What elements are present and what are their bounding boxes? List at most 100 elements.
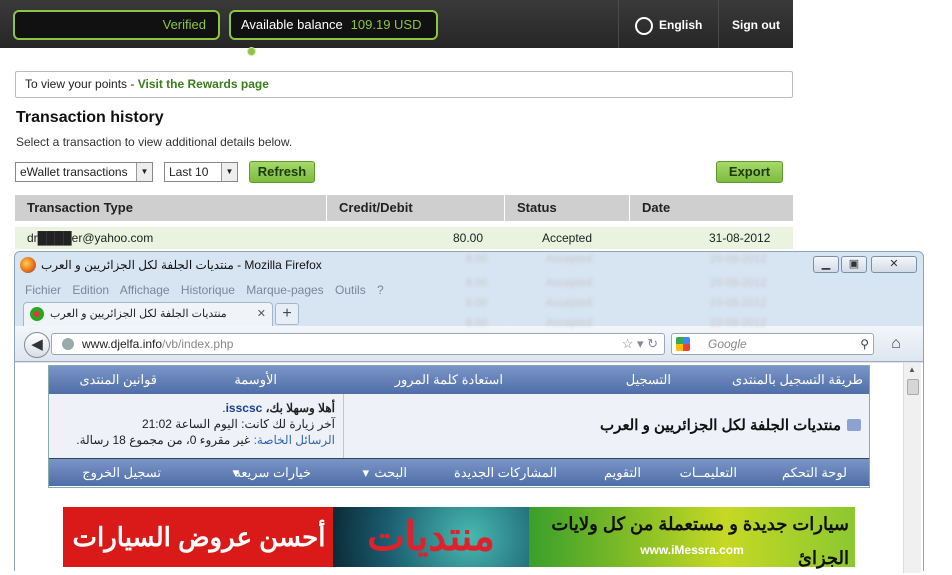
search-placeholder: Google bbox=[708, 337, 747, 351]
status-cell: Accepted bbox=[546, 317, 592, 329]
close-button[interactable]: ✕ bbox=[871, 256, 917, 273]
nav-link-register[interactable]: التسجيل bbox=[626, 366, 671, 394]
browser-tab[interactable]: منتديات الجلفة لكل الجزائريين و العرب ✕ bbox=[23, 302, 273, 326]
transaction-count-value: Last 10 bbox=[169, 165, 209, 179]
forum-icon bbox=[847, 419, 861, 431]
private-messages-link[interactable]: الرسائل الخاصة: bbox=[254, 433, 335, 447]
user-welcome-box: أهلا وسهلا بك، isscsc. آخر زيارة لك كانت… bbox=[49, 394, 343, 458]
transaction-type-cell: dr████er@yahoo.com bbox=[27, 231, 154, 245]
site-title-box: منتديات الجلفة لكل الجزائريين و العرب bbox=[343, 394, 869, 458]
status-cell: Accepted bbox=[542, 231, 593, 245]
maximize-button[interactable]: ▣ bbox=[841, 256, 867, 273]
forum-header: طريقة التسجيل بالمنتدى التسجيل استعادة ك… bbox=[48, 365, 870, 488]
new-tab-button[interactable]: + bbox=[275, 303, 299, 325]
date-cell: 29-08-2012 bbox=[710, 277, 767, 289]
amount-cell: 8.00 bbox=[466, 277, 488, 289]
bookmark-star-icon[interactable]: ☆ ▾ ↻ bbox=[622, 334, 658, 354]
page-subtitle: Select a transaction to view additional … bbox=[16, 135, 293, 149]
sign-out-link[interactable]: Sign out bbox=[718, 0, 793, 48]
car-ad-banner-right[interactable]: سيارات جديدة و مستعملة من كل ولايات الجز… bbox=[529, 507, 855, 568]
home-icon[interactable]: ⌂ bbox=[887, 335, 905, 353]
rewards-banner: To view your points - Visit the Rewards … bbox=[15, 71, 793, 98]
back-button[interactable]: ◀ bbox=[24, 332, 50, 358]
url-domain: www.djelfa.info bbox=[82, 337, 163, 351]
status-cell: Accepted bbox=[546, 277, 592, 289]
nav-link-instructions[interactable]: التعليمــات bbox=[680, 459, 737, 487]
vertical-scrollbar[interactable]: ▲ bbox=[903, 363, 921, 573]
date-cell: 31-08-2012 bbox=[709, 231, 771, 245]
table-row[interactable]: dr████er@yahoo.com 80.00 Accepted 31-08-… bbox=[15, 227, 793, 249]
account-topbar: Verified Available balance 109.19 USD Eng… bbox=[0, 0, 793, 57]
transaction-count-select[interactable]: Last 10 ▼ bbox=[164, 162, 238, 182]
minimize-button[interactable]: ▁ bbox=[813, 256, 839, 273]
balance-label: Available balance bbox=[241, 17, 343, 32]
nav-link-new-posts[interactable]: المشاركات الجديدة bbox=[454, 459, 557, 487]
nav-link-calendar[interactable]: التقويم bbox=[604, 459, 641, 487]
last-visit-text: آخر زيارة لك كانت: اليوم الساعة 21:02 bbox=[141, 417, 335, 431]
scroll-up-icon[interactable]: ▲ bbox=[908, 365, 916, 374]
url-bar[interactable]: www.djelfa.info/vb/index.php ☆ ▾ ↻ bbox=[51, 333, 665, 355]
globe-icon bbox=[635, 16, 653, 35]
nav-link-control-panel[interactable]: لوحة التحكم bbox=[782, 459, 847, 487]
scrollbar-thumb[interactable] bbox=[907, 379, 919, 395]
site-identity-icon[interactable] bbox=[62, 338, 74, 350]
amount-cell: 8.00 bbox=[466, 317, 488, 329]
menu-item-affichage[interactable]: Affichage bbox=[120, 283, 170, 297]
window-title: منتديات الجلفة لكل الجزائريين و العرب - … bbox=[41, 258, 322, 272]
transaction-type-select[interactable]: eWallet transactions ▼ bbox=[15, 162, 153, 182]
amount-cell: 80.00 bbox=[453, 231, 484, 245]
balance-amount: 109.19 USD bbox=[350, 17, 422, 32]
nav-link-rules[interactable]: قوانين المنتدى bbox=[79, 366, 157, 394]
firefox-icon bbox=[20, 257, 36, 273]
column-header[interactable]: Transaction Type bbox=[15, 195, 133, 221]
status-cell: Accepted bbox=[546, 297, 592, 309]
amount-cell: 8.00 bbox=[466, 253, 488, 265]
column-header[interactable]: Status bbox=[504, 195, 557, 221]
search-input[interactable]: Google ⚲ bbox=[671, 333, 874, 355]
tab-close-icon[interactable]: ✕ bbox=[257, 303, 266, 326]
balance-display: Available balance 109.19 USD bbox=[229, 10, 438, 57]
rewards-link[interactable]: Visit the Rewards page bbox=[138, 77, 269, 91]
chevron-down-icon: ▼ bbox=[221, 163, 237, 181]
url-path: /vb/index.php bbox=[162, 337, 234, 351]
export-button[interactable]: Export bbox=[716, 161, 783, 183]
chevron-down-icon: ▾ bbox=[232, 465, 239, 480]
table-row[interactable]: 8.00 Accepted 29-08-2012 bbox=[430, 253, 790, 271]
forum-ad-banner[interactable]: منتديات bbox=[333, 507, 529, 567]
menu-item-marque-pages[interactable]: Marque-pages bbox=[246, 283, 323, 297]
table-row[interactable]: 8.00 Accepted 22-08-2012 bbox=[430, 317, 790, 335]
google-icon[interactable] bbox=[676, 337, 690, 351]
language-selector[interactable]: English bbox=[618, 0, 718, 48]
date-cell: 23-08-2012 bbox=[710, 297, 767, 309]
chevron-down-icon: ▾ bbox=[362, 465, 369, 480]
transaction-type-value: eWallet transactions bbox=[20, 165, 128, 179]
username-link[interactable]: isscsc bbox=[226, 401, 263, 415]
column-header[interactable]: Date bbox=[629, 195, 670, 221]
search-icon[interactable]: ⚲ bbox=[860, 334, 869, 354]
table-row[interactable]: 8.00 Accepted 23-08-2012 bbox=[430, 297, 790, 315]
ad-url: www.iMessra.com bbox=[640, 543, 744, 557]
nav-link-register-method[interactable]: طريقة التسجيل بالمنتدى bbox=[732, 366, 863, 394]
nav-link-quick-options[interactable]: خيارات سريعة bbox=[234, 459, 311, 487]
nav-link-password-recovery[interactable]: استعادة كلمة المرور bbox=[395, 366, 503, 394]
menu-item-outils[interactable]: Outils bbox=[335, 283, 366, 297]
tab-label: منتديات الجلفة لكل الجزائريين و العرب bbox=[50, 308, 227, 320]
menu-item-historique[interactable]: Historique bbox=[181, 283, 235, 297]
nav-link-badges[interactable]: الأوسمة bbox=[234, 366, 277, 394]
nav-link-logout[interactable]: تسجيل الخروج bbox=[82, 459, 161, 487]
column-header[interactable]: Credit/Debit bbox=[326, 195, 413, 221]
table-row[interactable]: 8.00 Accepted 29-08-2012 bbox=[430, 277, 790, 295]
page-title: Transaction history bbox=[16, 109, 164, 126]
site-title: منتديات الجلفة لكل الجزائريين و العرب bbox=[600, 417, 841, 434]
welcome-panel: منتديات الجلفة لكل الجزائريين و العرب أه… bbox=[49, 394, 869, 458]
nav-link-search[interactable]: البحث bbox=[374, 459, 407, 487]
private-messages-count: غير مقروء 0، من مجموع 18 رسالة. bbox=[76, 433, 251, 447]
car-ad-banner-left[interactable]: أحسن عروض السيارات bbox=[63, 507, 335, 567]
verified-badge: Verified bbox=[13, 10, 220, 40]
menu-item-fichier[interactable]: Fichier bbox=[25, 283, 61, 297]
date-cell: 29-08-2012 bbox=[710, 253, 767, 265]
menu-item-edition[interactable]: Edition bbox=[72, 283, 109, 297]
refresh-button[interactable]: Refresh bbox=[249, 161, 315, 183]
menu-item-help[interactable]: ? bbox=[377, 283, 384, 297]
date-cell: 22-08-2012 bbox=[710, 317, 767, 329]
